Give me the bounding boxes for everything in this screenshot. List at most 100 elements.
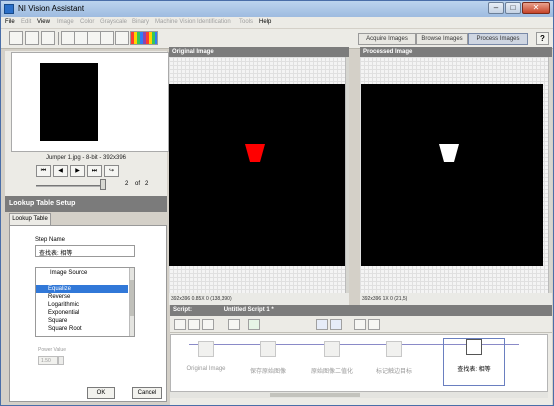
menu-help[interactable]: Help [259,19,271,25]
delete-step-icon[interactable] [354,319,366,330]
script-label: Script: [173,307,193,313]
script-scrollbar-thumb[interactable] [270,393,360,397]
toolbar-separator [58,32,59,45]
list-item-square[interactable]: Square [36,317,128,325]
move-step-left-icon[interactable] [316,319,328,330]
first-image-button[interactable]: ⏮ [36,165,51,177]
zoom-reset-icon[interactable] [100,31,114,45]
save-icon[interactable] [25,31,39,45]
zoom-in-icon[interactable] [61,31,75,45]
script-step[interactable]: Original Image [175,341,237,372]
close-button[interactable]: ✕ [522,2,550,14]
page-total: 2 [145,181,149,187]
list-item-square-root[interactable]: Square Root [36,325,128,333]
list-item-exponential[interactable]: Exponential [36,309,128,317]
toolbar: Acquire Images Browse Images Process Ima… [1,29,553,49]
acquire-images-button[interactable]: Acquire Images [358,33,416,45]
thumbnail-image [40,63,98,141]
original-image-view[interactable] [169,84,347,266]
new-script-icon[interactable] [174,319,186,330]
move-step-right-icon[interactable] [330,319,342,330]
help-button[interactable]: ? [536,32,549,45]
power-value-input[interactable]: 1.50 [38,356,58,365]
browse-images-button[interactable]: Browse Images [416,33,468,45]
original-vertical-scrollbar[interactable] [345,57,349,293]
go-to-image-button[interactable]: ↪ [104,165,119,177]
page-of-label: of [135,181,141,187]
title-bar: NI Vision Assistant – □ ✕ [1,1,553,17]
image-info-caption: Jumper 1.jpg - 8-bit - 392x396 [45,155,127,161]
step-label: Original Image [186,366,226,372]
menu-binary[interactable]: Binary [132,19,149,25]
menu-identification[interactable]: Identification [197,19,231,25]
window-title: NI Vision Assistant [18,4,85,13]
list-header-image-source: Image Source [50,270,88,276]
zoom-out-icon[interactable] [74,31,88,45]
step-label: 标记触边目标 [375,369,412,375]
ok-button[interactable]: OK [87,387,115,399]
maximize-button[interactable]: □ [505,2,521,14]
processed-vertical-scrollbar[interactable] [548,57,552,293]
list-scrollbar-thumb[interactable] [130,280,134,316]
menu-file[interactable]: File [5,19,15,25]
tab-lookup-table[interactable]: Lookup Table [9,213,51,225]
image-thumbnail[interactable] [11,52,169,152]
original-image-step-icon [198,341,214,357]
menu-image[interactable]: Image [57,19,74,25]
script-step[interactable]: 保存原始图像 [237,341,299,375]
script-steps-panel: Original Image 保存原始图像 原始图像二值化 标记触边目标 查找表… [170,334,548,392]
menu-grayscale[interactable]: Grayscale [100,19,127,25]
process-images-button[interactable]: Process Images [468,33,528,45]
step-label: 查找表: 相等 [457,367,491,373]
processed-object-fill [439,144,459,162]
open-script-icon[interactable] [188,319,200,330]
cancel-button[interactable]: Cancel [132,387,162,399]
list-item-logarithmic[interactable]: Logarithmic [36,301,128,309]
mask-edge-step-icon [386,341,402,357]
script-name: Untitled Script 1 * [223,307,274,313]
script-horizontal-scrollbar[interactable] [170,392,548,398]
image-overlay-icon[interactable] [115,31,129,45]
script-step[interactable]: 原始图像二值化 [301,341,363,375]
last-image-button[interactable]: ⏭ [87,165,102,177]
processed-object-shape [439,144,459,162]
image-slider-thumb[interactable] [100,179,106,190]
step-label: 原始图像二值化 [310,369,353,375]
menu-machine-vision[interactable]: Machine Vision [155,19,196,25]
script-step[interactable]: 标记触边目标 [363,341,425,375]
run-script-icon[interactable] [248,319,260,330]
open-image-icon[interactable] [9,31,23,45]
script-toolbar [170,316,552,333]
zoom-fit-icon[interactable] [87,31,101,45]
menu-view[interactable]: View [37,19,50,25]
info-icon[interactable] [228,319,240,330]
list-item-reverse[interactable]: Reverse [36,293,128,301]
list-item-equalize[interactable]: Equalize [36,285,128,293]
processed-image-canvas[interactable] [360,57,552,293]
menu-tools[interactable]: Tools [239,19,253,25]
original-status-bar: 392x396 0.85X 0 (138,390) [169,293,349,305]
menu-color[interactable]: Color [80,19,94,25]
power-value-spinner[interactable] [58,356,64,365]
original-image-header: Original Image [169,47,349,57]
menu-edit[interactable]: Edit [21,19,31,25]
edit-step-icon[interactable] [368,319,380,330]
script-area: Script: Untitled Script 1 * Original Ima… [170,305,552,405]
processed-image-view[interactable] [361,84,543,266]
image-slider-track [36,185,106,187]
save-script-icon[interactable] [202,319,214,330]
processed-image-panel: Processed Image 392x396 1X 0 (21,5) [360,47,552,305]
save-image-step-icon [260,341,276,357]
minimize-button[interactable]: – [488,2,504,14]
step-name-input[interactable]: 查找表: 相等 [35,245,135,257]
next-image-button[interactable]: ▶ [70,165,85,177]
properties-icon[interactable] [41,31,55,45]
previous-image-button[interactable]: ◀ [53,165,68,177]
original-image-canvas[interactable] [169,57,349,293]
palette-icon[interactable] [130,31,158,45]
lookup-function-list[interactable]: Image Source Equalize Reverse Logarithmi… [35,267,135,337]
left-panel: Jumper 1.jpg - 8-bit - 392x396 ⏮ ◀ ▶ ⏭ ↪… [5,51,169,402]
list-scrollbar[interactable] [129,268,134,336]
setup-title: Lookup Table Setup [5,196,167,212]
script-step-current[interactable]: 查找表: 相等 [443,338,505,386]
